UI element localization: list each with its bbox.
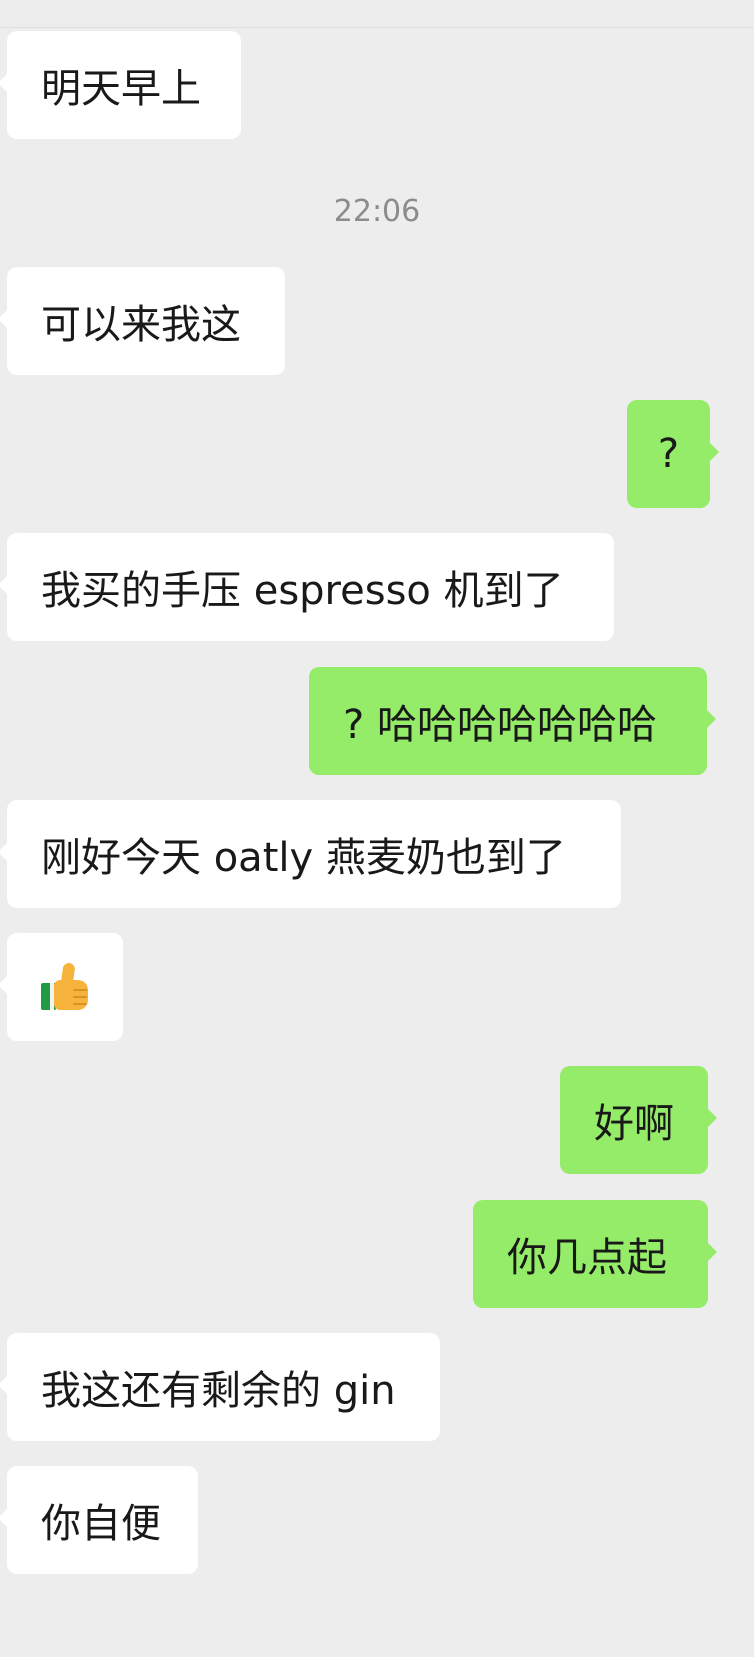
message-bubble-incoming[interactable]: 刚好今天 oatly 燕麦奶也到了 bbox=[0, 800, 621, 908]
message-bubble-incoming[interactable]: 可以来我这 bbox=[0, 267, 285, 375]
thumbs-up-finger-line bbox=[73, 1003, 87, 1005]
message-text: 我这还有剩余的 gin bbox=[41, 1368, 396, 1414]
message-text: 好啊 bbox=[594, 1101, 674, 1147]
message-text: 可以来我这 bbox=[41, 302, 241, 348]
message-text: ? 哈哈哈哈哈哈哈 bbox=[343, 702, 657, 748]
message-bubble-outgoing[interactable]: 你几点起 bbox=[473, 1200, 717, 1308]
message-bubble-incoming[interactable]: 你自便 bbox=[0, 1466, 198, 1574]
thumbs-up-icon bbox=[39, 961, 91, 1013]
top-divider bbox=[0, 27, 754, 28]
message-text: 明天早上 bbox=[41, 66, 201, 112]
message-text: 我买的手压 espresso 机到了 bbox=[41, 568, 564, 614]
message-bubble-outgoing[interactable]: 好啊 bbox=[560, 1066, 717, 1174]
message-text: 你几点起 bbox=[507, 1235, 667, 1281]
message-bubble-incoming[interactable] bbox=[0, 933, 123, 1041]
message-bubble-incoming[interactable]: 明天早上 bbox=[0, 31, 241, 139]
message-timestamp: 22:06 bbox=[333, 194, 421, 229]
message-text: 刚好今天 oatly 燕麦奶也到了 bbox=[41, 835, 566, 881]
thumbs-up-finger-line bbox=[73, 996, 87, 998]
thumbs-up-finger-line bbox=[73, 989, 87, 991]
message-bubble-incoming[interactable]: 我买的手压 espresso 机到了 bbox=[0, 533, 614, 641]
message-bubble-incoming[interactable]: 我这还有剩余的 gin bbox=[0, 1333, 440, 1441]
message-text: 你自便 bbox=[41, 1501, 161, 1547]
message-text: ? bbox=[657, 431, 680, 477]
message-bubble-outgoing[interactable]: ? 哈哈哈哈哈哈哈 bbox=[309, 667, 716, 775]
message-bubble-outgoing[interactable]: ? bbox=[627, 400, 719, 508]
